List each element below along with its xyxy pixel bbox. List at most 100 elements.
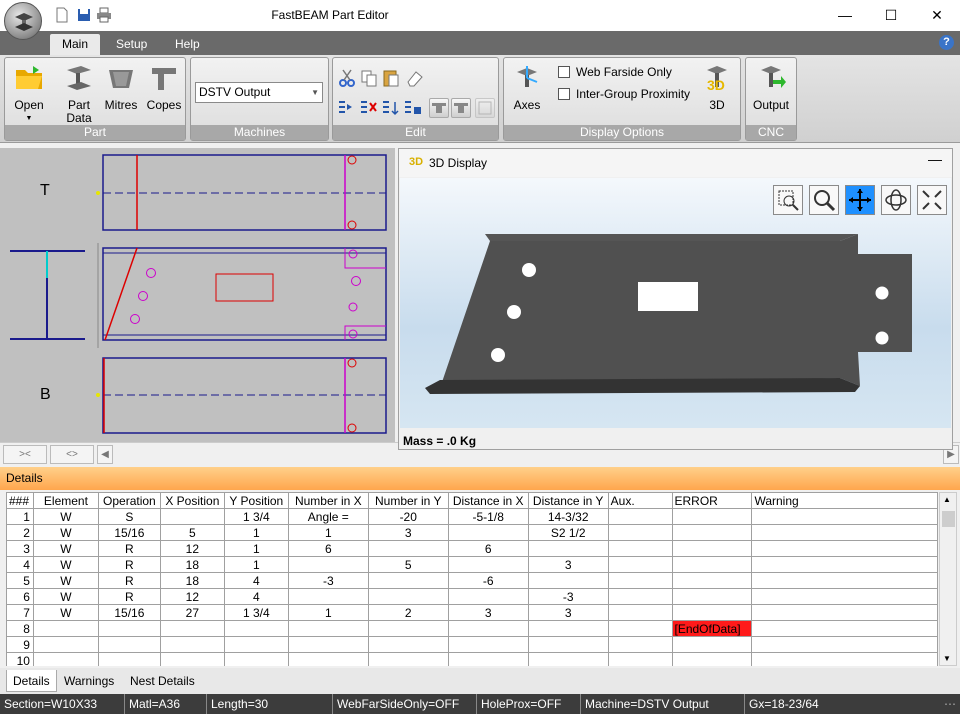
web-farside-only-checkbox[interactable]: Web Farside Only [558, 65, 672, 79]
table-cell[interactable] [751, 604, 938, 621]
table-cell[interactable]: -5-1/8 [447, 508, 529, 525]
table-cell[interactable] [751, 636, 938, 653]
copy-icon[interactable] [359, 68, 379, 88]
table-cell[interactable] [287, 556, 369, 573]
table-row[interactable]: 8 [EndOfData] [6, 620, 938, 637]
table-cell[interactable]: W [32, 540, 99, 557]
table-cell[interactable] [527, 572, 609, 589]
fit-view-icon[interactable] [917, 185, 947, 215]
table-cell[interactable]: S [97, 508, 161, 525]
table-cell[interactable]: 2 [367, 604, 449, 621]
table-cell[interactable]: 5 [159, 524, 225, 541]
column-header[interactable]: Warning [751, 492, 938, 509]
table-cell[interactable]: -6 [447, 572, 529, 589]
table-cell[interactable] [671, 540, 753, 557]
table-row[interactable]: 7 W 15/16 27 1 3/4 1 2 3 3 [6, 604, 938, 621]
table-row[interactable]: 9 [6, 636, 938, 653]
table-cell[interactable] [223, 636, 289, 653]
table-cell[interactable] [607, 588, 673, 605]
table-cell[interactable] [607, 540, 673, 557]
column-header[interactable]: ### [6, 492, 34, 509]
table-cell[interactable]: 1 [287, 604, 369, 621]
expand-icon[interactable]: <> [50, 445, 94, 464]
copes-button[interactable]: Copes [145, 62, 183, 112]
table-cell[interactable]: R [97, 540, 161, 557]
rotate-icon[interactable] [881, 185, 911, 215]
table-cell[interactable] [447, 524, 529, 541]
table-cell[interactable] [97, 620, 161, 637]
table-cell[interactable]: Angle = [287, 508, 369, 525]
cut-icon[interactable] [337, 68, 357, 88]
table-cell[interactable] [367, 572, 449, 589]
table-cell[interactable]: 18 [159, 556, 225, 573]
column-header[interactable]: Operation [97, 492, 161, 509]
part-data-button[interactable]: Part Data [59, 62, 99, 125]
table-cell[interactable]: 27 [159, 604, 225, 621]
flange-bottom-icon[interactable] [451, 98, 471, 118]
insert-row-icon[interactable] [337, 98, 357, 118]
table-cell[interactable] [607, 572, 673, 589]
close-button[interactable]: ✕ [914, 0, 960, 31]
resize-grip-icon[interactable]: ⋯ [944, 694, 956, 714]
table-cell[interactable]: 4 [223, 572, 289, 589]
table-cell[interactable] [671, 588, 753, 605]
axes-button[interactable]: Axes [510, 62, 544, 112]
table-cell[interactable]: 15/16 [97, 524, 161, 541]
table-cell[interactable] [287, 636, 369, 653]
table-cell[interactable] [751, 572, 938, 589]
table-cell[interactable] [287, 588, 369, 605]
table-cell[interactable] [447, 620, 529, 637]
column-header[interactable]: Element [32, 492, 99, 509]
table-cell[interactable] [607, 604, 673, 621]
table-cell[interactable] [751, 556, 938, 573]
table-cell[interactable]: R [97, 556, 161, 573]
collapse-icon[interactable]: >< [3, 445, 47, 464]
table-cell[interactable] [607, 636, 673, 653]
table-cell[interactable] [287, 652, 369, 666]
tab-help[interactable]: Help [163, 34, 212, 55]
table-row[interactable]: 1WS 1 3/4 Angle = -20 -5-1/8 14-3/32 [6, 508, 938, 525]
details-grid[interactable]: ### Element Operation X Position Y Position N… [6, 492, 938, 666]
table-cell[interactable] [527, 540, 609, 557]
pan-icon[interactable] [845, 185, 875, 215]
table-cell[interactable] [751, 524, 938, 541]
scroll-down-icon[interactable]: ▼ [943, 654, 951, 663]
inter-group-proximity-checkbox[interactable]: Inter-Group Proximity [558, 87, 690, 101]
table-cell[interactable] [367, 636, 449, 653]
table-cell[interactable] [32, 636, 99, 653]
grid-disabled-icon[interactable] [475, 98, 495, 118]
table-cell[interactable]: 5 [367, 556, 449, 573]
table-cell[interactable] [751, 540, 938, 557]
column-header[interactable]: ERROR [671, 492, 753, 509]
table-cell[interactable] [671, 556, 753, 573]
table-cell[interactable] [607, 508, 673, 525]
part-drawing-panel[interactable]: T B [0, 148, 395, 442]
column-header[interactable]: X Position [159, 492, 225, 509]
table-cell[interactable]: 3 [527, 604, 609, 621]
table-cell[interactable]: 14-3/32 [527, 508, 609, 525]
move-row-icon[interactable] [381, 98, 401, 118]
paste-icon[interactable] [381, 68, 401, 88]
table-cell[interactable] [671, 636, 753, 653]
table-cell[interactable] [367, 620, 449, 637]
table-cell[interactable] [32, 652, 99, 666]
table-row[interactable]: 10 [6, 652, 938, 666]
table-cell[interactable] [447, 556, 529, 573]
table-cell[interactable] [223, 620, 289, 637]
table-cell[interactable] [527, 652, 609, 666]
table-cell[interactable] [223, 652, 289, 666]
minimize-icon[interactable]: — [928, 151, 942, 167]
maximize-button[interactable]: ☐ [868, 0, 914, 31]
scroll-thumb[interactable] [942, 511, 955, 527]
table-cell[interactable] [159, 508, 225, 525]
table-cell[interactable] [97, 636, 161, 653]
table-cell[interactable] [32, 620, 99, 637]
table-cell[interactable]: -20 [367, 508, 449, 525]
table-cell[interactable]: W [32, 508, 99, 525]
table-cell[interactable] [671, 604, 753, 621]
table-cell[interactable] [447, 588, 529, 605]
table-cell[interactable] [159, 652, 225, 666]
table-cell[interactable]: 1 [223, 524, 289, 541]
three-d-viewport[interactable] [400, 178, 951, 428]
scroll-up-icon[interactable]: ▲ [943, 495, 951, 504]
